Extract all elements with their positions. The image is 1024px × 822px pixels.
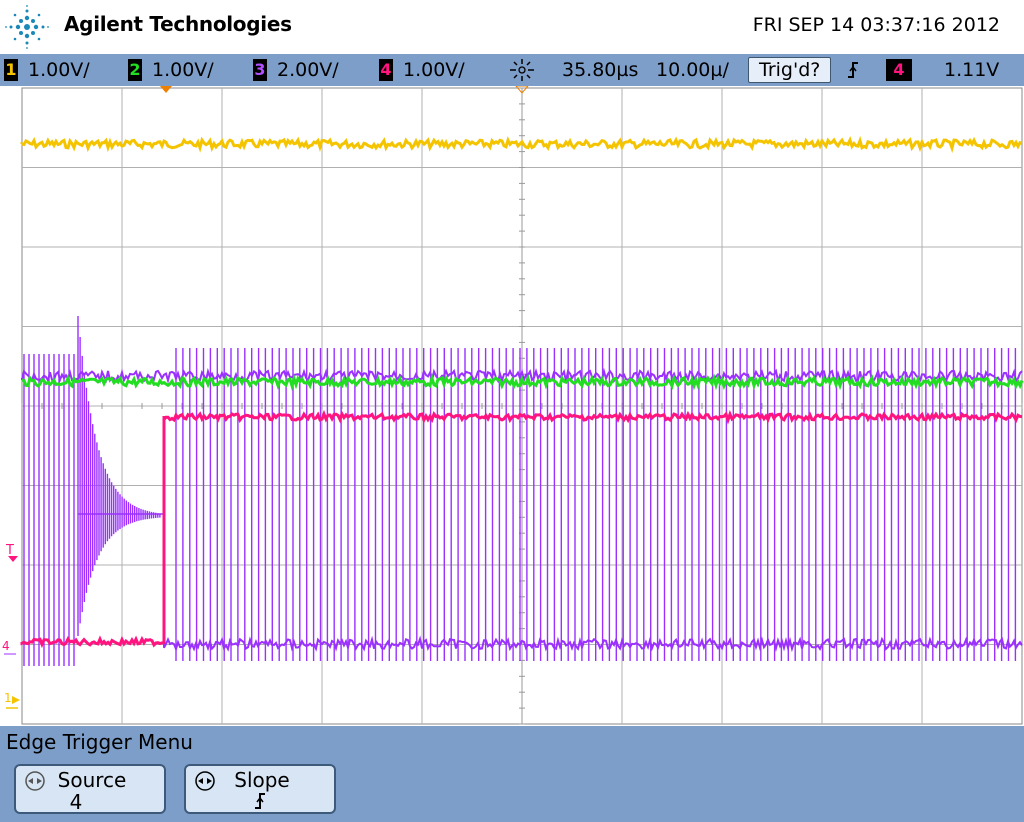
channel-2-badge: 2 [128, 59, 142, 81]
time-reference-icon [506, 57, 538, 83]
header-bar: Agilent Technologies FRI SEP 14 03:37:16… [0, 0, 1024, 54]
channel-2-scale: 1.00V/ [152, 59, 214, 81]
channel-1-status[interactable]: 1 1.00V/ [4, 57, 90, 83]
trigger-source-number: 4 [886, 59, 912, 81]
channel-1-ground-marker: 1 [4, 691, 12, 705]
channel-3-badge: 3 [253, 59, 267, 81]
channel-status-bar: 1 1.00V/ 2 1.00V/ 3 2.00V/ 4 1.00V/ 35.8… [0, 54, 1024, 86]
date-time: FRI SEP 14 03:37:16 2012 [752, 14, 1000, 36]
channel-4-status[interactable]: 4 1.00V/ [379, 57, 465, 83]
menu-title: Edge Trigger Menu [6, 730, 193, 754]
channel-4-badge: 4 [379, 59, 393, 81]
trigger-status: Trig'd? [748, 57, 832, 83]
trigger-level-marker: T [5, 543, 14, 558]
slope-label: Slope [234, 768, 290, 792]
channel-3-status[interactable]: 3 2.00V/ [253, 57, 339, 83]
screen-markers: T 4 1 [2, 543, 20, 709]
trigger-status-label: Trig'd? [748, 57, 832, 83]
channel-3-scale: 2.00V/ [277, 59, 339, 81]
timebase-readout[interactable]: 10.00µ/ [656, 57, 729, 83]
brand-name: Agilent Technologies [64, 12, 292, 36]
source-label: Source [57, 768, 127, 792]
trigger-source-badge: 4 [886, 57, 922, 83]
channel-1-badge: 1 [4, 59, 18, 81]
channel-1-scale: 1.00V/ [28, 59, 90, 81]
source-value: 4 [69, 790, 83, 814]
waveform-display: T 4 1 [0, 85, 1024, 726]
slope-value-icon [186, 790, 334, 817]
source-softkey[interactable]: Source 4 [14, 764, 166, 814]
channel-3-4-ground-marker: 4 [2, 639, 10, 653]
waveform-graticule: T 4 1 [2, 85, 1024, 725]
trigger-level-readout[interactable]: 1.11V [944, 57, 999, 83]
channel-2-status[interactable]: 2 1.00V/ [128, 57, 214, 83]
rising-edge-icon [846, 57, 860, 83]
agilent-logo-icon [5, 5, 49, 49]
graticule-grid [21, 85, 1023, 725]
slope-softkey[interactable]: Slope [184, 764, 336, 814]
delay-readout[interactable]: 35.80µs [562, 57, 638, 83]
channel-4-scale: 1.00V/ [403, 59, 465, 81]
softkey-menu: Edge Trigger Menu Source 4 Slope [0, 726, 1024, 822]
